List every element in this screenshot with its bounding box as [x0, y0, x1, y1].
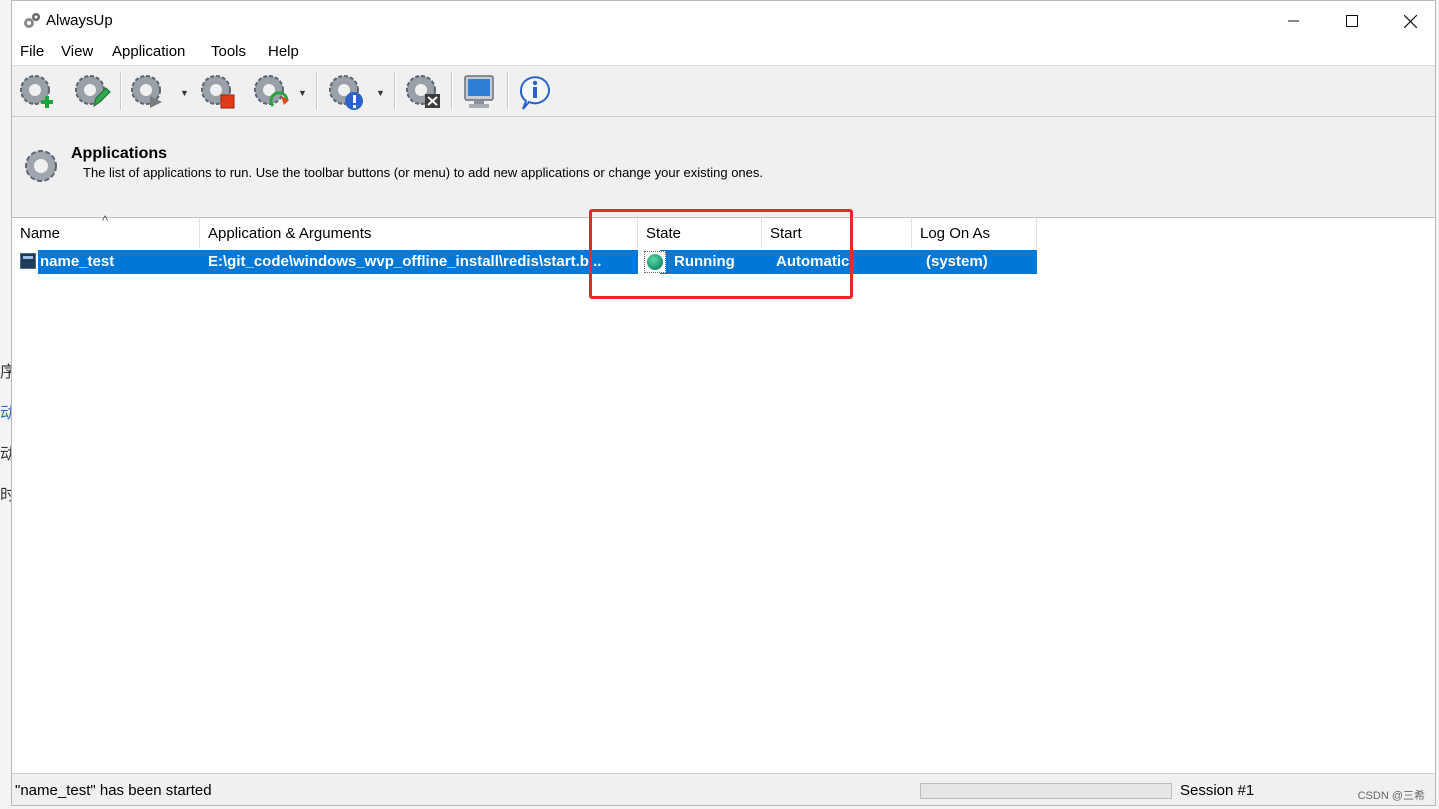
progress-bar: [920, 783, 1172, 799]
application-info-icon: [329, 75, 363, 110]
computer-icon: [464, 75, 494, 108]
restart-application-button[interactable]: [249, 71, 293, 113]
minimize-button[interactable]: [1265, 1, 1323, 41]
column-header-logon[interactable]: Log On As: [912, 218, 1037, 248]
gear-icon: [25, 150, 57, 182]
add-application-button[interactable]: [15, 71, 59, 113]
annotation-highlight-box: [589, 209, 853, 299]
stop-application-button[interactable]: [196, 71, 240, 113]
help-info-icon: [519, 76, 550, 110]
delete-application-icon: [406, 75, 440, 108]
delete-application-button[interactable]: [401, 71, 445, 113]
status-bar: "name_test" has been started Session #1: [12, 773, 1435, 805]
stop-application-icon: [201, 75, 235, 109]
toolbar-separator: [120, 72, 122, 110]
computer-button[interactable]: [457, 71, 501, 113]
status-message: "name_test" has been started: [15, 782, 212, 799]
maximize-button[interactable]: [1323, 1, 1381, 41]
toolbar-separator: [394, 72, 396, 110]
menu-help[interactable]: Help: [267, 43, 300, 60]
toolbar-separator: [451, 72, 453, 110]
console-app-icon: [20, 253, 36, 269]
application-info-button[interactable]: [324, 71, 368, 113]
menu-application[interactable]: Application: [111, 43, 186, 60]
menu-tools[interactable]: Tools: [210, 43, 247, 60]
edit-application-button[interactable]: [70, 71, 114, 113]
gears-icon: [24, 13, 40, 28]
cell-logon: (system): [926, 253, 988, 270]
close-icon: [1403, 14, 1417, 28]
minimize-icon: [1288, 20, 1299, 22]
edit-application-icon: [75, 75, 111, 108]
close-button[interactable]: [1381, 1, 1439, 41]
watermark: CSDN @三希: [1357, 790, 1425, 802]
session-indicator: Session #1: [1180, 782, 1255, 799]
restart-application-icon: [254, 75, 289, 107]
help-button[interactable]: [513, 71, 557, 113]
title-bar[interactable]: AlwaysUp: [12, 1, 1435, 41]
page-title: Applications: [71, 145, 168, 162]
column-header-name[interactable]: ^ Name: [12, 213, 200, 248]
add-application-icon: [20, 75, 53, 108]
start-application-icon: [131, 75, 162, 108]
menu-bar: File View Application Tools Help: [12, 41, 1435, 65]
window-title: AlwaysUp: [46, 12, 113, 29]
menu-view[interactable]: View: [60, 43, 94, 60]
app-window: AlwaysUp File View Application Tools Hel…: [11, 0, 1436, 806]
sort-ascending-icon: ^: [102, 213, 109, 228]
chevron-down-icon[interactable]: ▼: [298, 88, 307, 98]
cell-name: name_test: [40, 253, 115, 270]
page-description: The list of applications to run. Use the…: [83, 165, 763, 180]
maximize-icon: [1346, 15, 1358, 27]
toolbar-separator: [507, 72, 509, 110]
table-row[interactable]: name_test E:\git_code\windows_wvp_offlin…: [18, 250, 1037, 274]
cell-application: E:\git_code\windows_wvp_offline_install\…: [208, 253, 602, 270]
applications-list[interactable]: ^ Name Application & Arguments State Sta…: [12, 213, 1435, 774]
column-header-application[interactable]: Application & Arguments: [200, 218, 638, 248]
chevron-down-icon[interactable]: ▼: [180, 88, 189, 98]
toolbar: ▼ ▼ ▼: [12, 65, 1435, 117]
chevron-down-icon[interactable]: ▼: [376, 88, 385, 98]
menu-file[interactable]: File: [19, 43, 45, 60]
toolbar-separator: [316, 72, 318, 110]
start-application-button[interactable]: [126, 71, 170, 113]
applications-header: Applications The list of applications to…: [12, 117, 1435, 218]
